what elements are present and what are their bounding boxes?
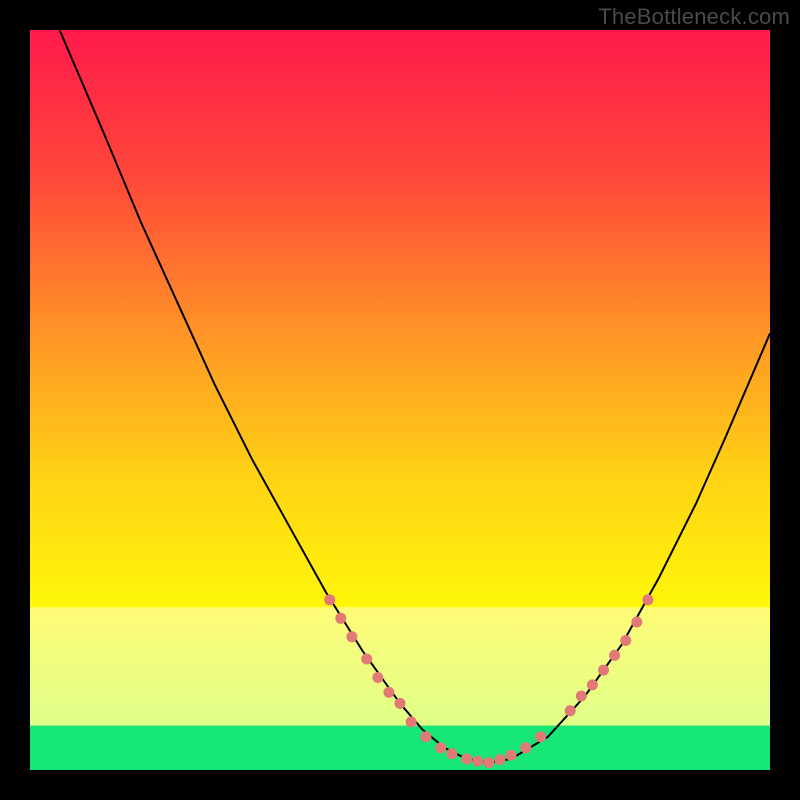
highlight-dot — [506, 750, 517, 761]
chart-svg — [30, 30, 770, 770]
highlight-dot — [631, 617, 642, 628]
highlight-dot — [420, 731, 431, 742]
highlight-dot — [620, 635, 631, 646]
highlight-dot — [642, 594, 653, 605]
highlight-dot — [472, 756, 483, 767]
highlight-dot — [483, 757, 494, 768]
chart-frame — [30, 30, 770, 770]
highlight-dot — [361, 654, 372, 665]
highlight-dot — [372, 672, 383, 683]
highlight-dot — [520, 742, 531, 753]
highlight-dot — [494, 754, 505, 765]
green-band — [30, 726, 770, 770]
highlight-dot — [406, 716, 417, 727]
highlight-dot — [576, 691, 587, 702]
highlight-dot — [324, 594, 335, 605]
highlight-dot — [435, 742, 446, 753]
watermark-text: TheBottleneck.com — [598, 4, 790, 30]
highlight-dot — [335, 613, 346, 624]
highlight-dot — [609, 650, 620, 661]
highlight-dot — [346, 631, 357, 642]
highlight-dot — [446, 748, 457, 759]
highlight-dot — [587, 679, 598, 690]
highlight-dot — [461, 753, 472, 764]
highlight-dot — [395, 698, 406, 709]
highlight-dot — [535, 731, 546, 742]
highlight-dot — [383, 687, 394, 698]
highlight-dot — [565, 705, 576, 716]
highlight-dot — [598, 665, 609, 676]
